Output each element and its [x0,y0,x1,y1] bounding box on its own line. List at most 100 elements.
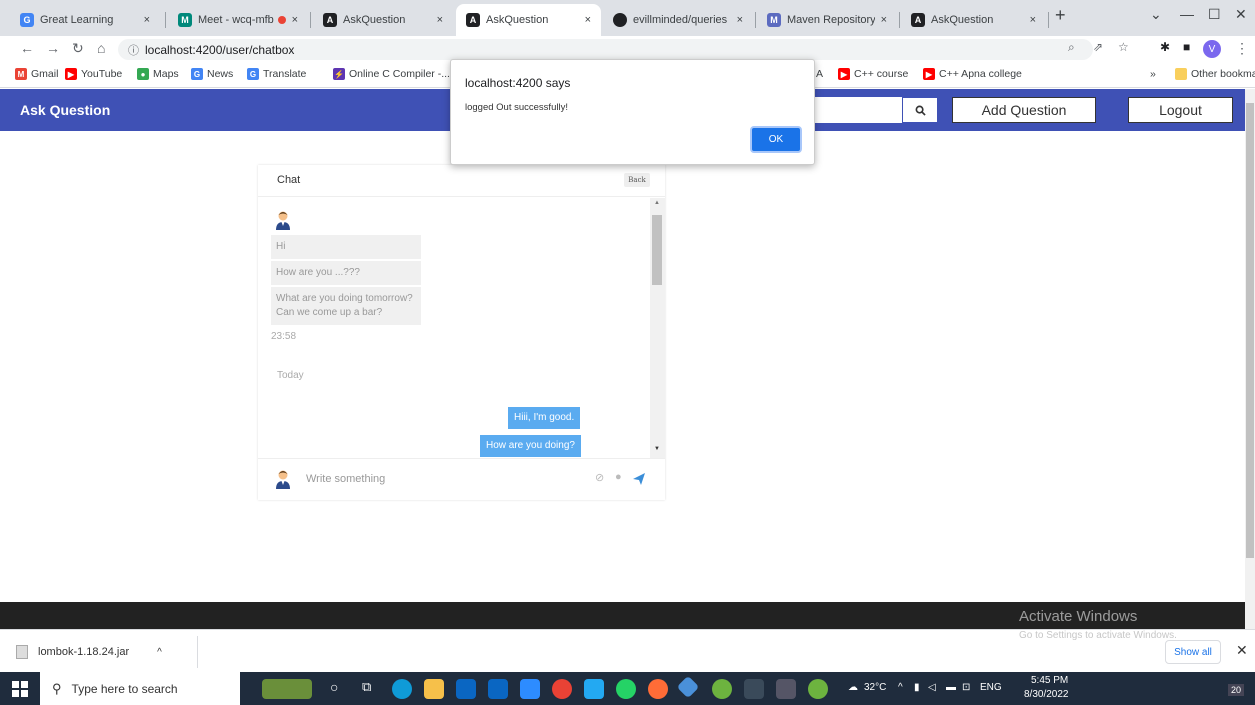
reload-icon[interactable]: ↻ [72,40,84,57]
postman-icon[interactable] [648,679,668,699]
tab-askquestion-1[interactable]: A AskQuestion × [313,4,453,36]
file-explorer-icon[interactable] [424,679,444,699]
tab-search-icon[interactable]: ⌄ [1150,6,1162,23]
maximize-icon[interactable]: ☐ [1208,6,1221,23]
game-app-icon[interactable] [262,679,312,699]
bookmark-online-c[interactable]: ⚡ Online C Compiler -... [333,68,450,80]
mail-icon[interactable] [488,679,508,699]
bookmark-youtube[interactable]: ▶ YouTube [65,68,122,80]
bookmark-a[interactable]: A [816,68,823,80]
zoom-app-icon[interactable] [520,679,540,699]
home-icon[interactable]: ⌂ [97,40,105,56]
message-input[interactable]: Write something [306,473,385,485]
meet-icon: M [178,13,192,27]
window-app-icon[interactable] [776,679,796,699]
close-icon[interactable]: × [292,14,298,26]
temperature[interactable]: 32°C [864,682,886,693]
battery-icon[interactable]: ▬ [946,682,956,693]
chat-card: Chat Back Hi How are you ...??? What are… [258,165,665,500]
tab-askquestion-active[interactable]: A AskQuestion × [456,4,601,36]
cortana-icon[interactable]: ○ [330,679,350,699]
weather-icon[interactable]: ☁ [848,682,858,693]
close-icon[interactable]: × [1030,14,1036,26]
bookmark-cpp-course[interactable]: ▶ C++ course [838,68,908,80]
store-icon[interactable] [456,679,476,699]
bookmark-cpp-apna[interactable]: ▶ C++ Apna college [923,68,1022,80]
bookmark-label: C++ course [854,68,909,80]
profile-avatar[interactable]: V [1203,40,1221,58]
chat-scrollbar[interactable]: ▲ ▼ [650,198,665,458]
forward-arrow-icon[interactable]: → [46,40,60,56]
download-item[interactable]: lombok-1.18.24.jar ^ [8,636,198,668]
close-icon[interactable]: × [585,14,591,26]
show-all-button[interactable]: Show all [1165,640,1221,664]
terminal-icon[interactable] [744,679,764,699]
bookmark-maps[interactable]: ● Maps [137,68,179,80]
brand-title[interactable]: Ask Question [20,102,110,118]
taskbar-search-placeholder: Type here to search [71,681,178,696]
sts-icon[interactable] [808,679,828,699]
scroll-down-icon[interactable]: ▼ [654,446,660,452]
back-button[interactable]: Back [624,173,650,187]
scroll-up-icon[interactable]: ▲ [654,200,660,206]
close-icon[interactable]: × [881,14,887,26]
search-input[interactable] [812,97,904,123]
tab-meet[interactable]: M Meet - wcq-mfbc × [168,4,308,36]
send-icon[interactable] [633,473,645,485]
tray-chevron-icon[interactable]: ^ [898,682,903,693]
clock-date[interactable]: 8/30/2022 [1024,689,1069,700]
notifications-icon[interactable]: 20 [1228,684,1245,696]
search-button[interactable] [902,97,938,123]
close-icon[interactable]: × [437,14,443,26]
tab-askquestion-3[interactable]: A AskQuestion × [901,4,1046,36]
bookmark-translate[interactable]: G Translate [247,68,306,80]
tab-github[interactable]: evillminded/queries × [603,4,753,36]
git-icon[interactable] [676,675,700,699]
close-window-icon[interactable]: ✕ [1235,6,1247,23]
sidepanel-icon[interactable]: ■ [1183,40,1190,54]
task-view-icon[interactable]: ⧉ [362,679,382,699]
language[interactable]: ENG [980,682,1002,693]
tab-maven[interactable]: M Maven Repository: or × [757,4,897,36]
minimize-icon[interactable]: — [1180,6,1194,22]
extensions-icon[interactable]: ✱ [1160,40,1170,54]
youtube-icon: ▶ [65,68,77,80]
windows-start-icon[interactable] [12,681,28,697]
zoom-icon[interactable]: ⌕ [1068,40,1075,55]
chat-input-bar: Write something ⊘ ● [258,458,665,500]
close-icon[interactable]: × [144,14,150,26]
new-tab-button[interactable]: + [1055,5,1066,26]
logout-button[interactable]: Logout [1128,97,1233,123]
ok-button[interactable]: OK [750,126,802,153]
chevron-up-icon[interactable]: ^ [157,647,162,658]
url-input[interactable]: ⓘ localhost:4200/user/chatbox [118,39,1093,60]
ime-icon[interactable]: ⊡ [962,682,970,693]
other-bookmarks[interactable]: Other bookmarks [1175,68,1255,80]
bookmark-gmail[interactable]: M Gmail [15,68,58,80]
volume-icon[interactable]: ◁ [928,682,936,693]
close-icon[interactable]: ✕ [1236,642,1248,659]
attachment-icon[interactable]: ⊘ [595,471,604,484]
whatsapp-icon[interactable] [616,679,636,699]
star-icon[interactable]: ☆ [1118,40,1129,54]
spring-icon[interactable] [712,679,732,699]
network-icon[interactable]: ▮ [914,682,920,693]
tab-label: Meet - wcq-mfbc [198,14,274,26]
tab-label: evillminded/queries [633,14,728,26]
taskbar-search[interactable]: ⚲ Type here to search [40,672,240,705]
add-question-button[interactable]: Add Question [952,97,1096,123]
share-icon[interactable]: ⇗ [1093,40,1103,54]
page-scrollbar[interactable] [1245,89,1255,629]
bookmark-news[interactable]: G News [191,68,233,80]
emoji-icon[interactable]: ● [615,471,622,483]
menu-icon[interactable]: ⋮ [1235,40,1249,57]
download-filename: lombok-1.18.24.jar [38,646,130,658]
tab-great-learning[interactable]: G Great Learning × [10,4,160,36]
close-icon[interactable]: × [737,14,743,26]
clock-time[interactable]: 5:45 PM [1031,675,1068,686]
more-bookmarks-button[interactable]: » [1150,68,1156,80]
vscode-icon[interactable] [584,679,604,699]
edge-icon[interactable] [392,679,412,699]
back-arrow-icon[interactable]: ← [20,40,34,56]
chrome-icon[interactable] [552,679,572,699]
